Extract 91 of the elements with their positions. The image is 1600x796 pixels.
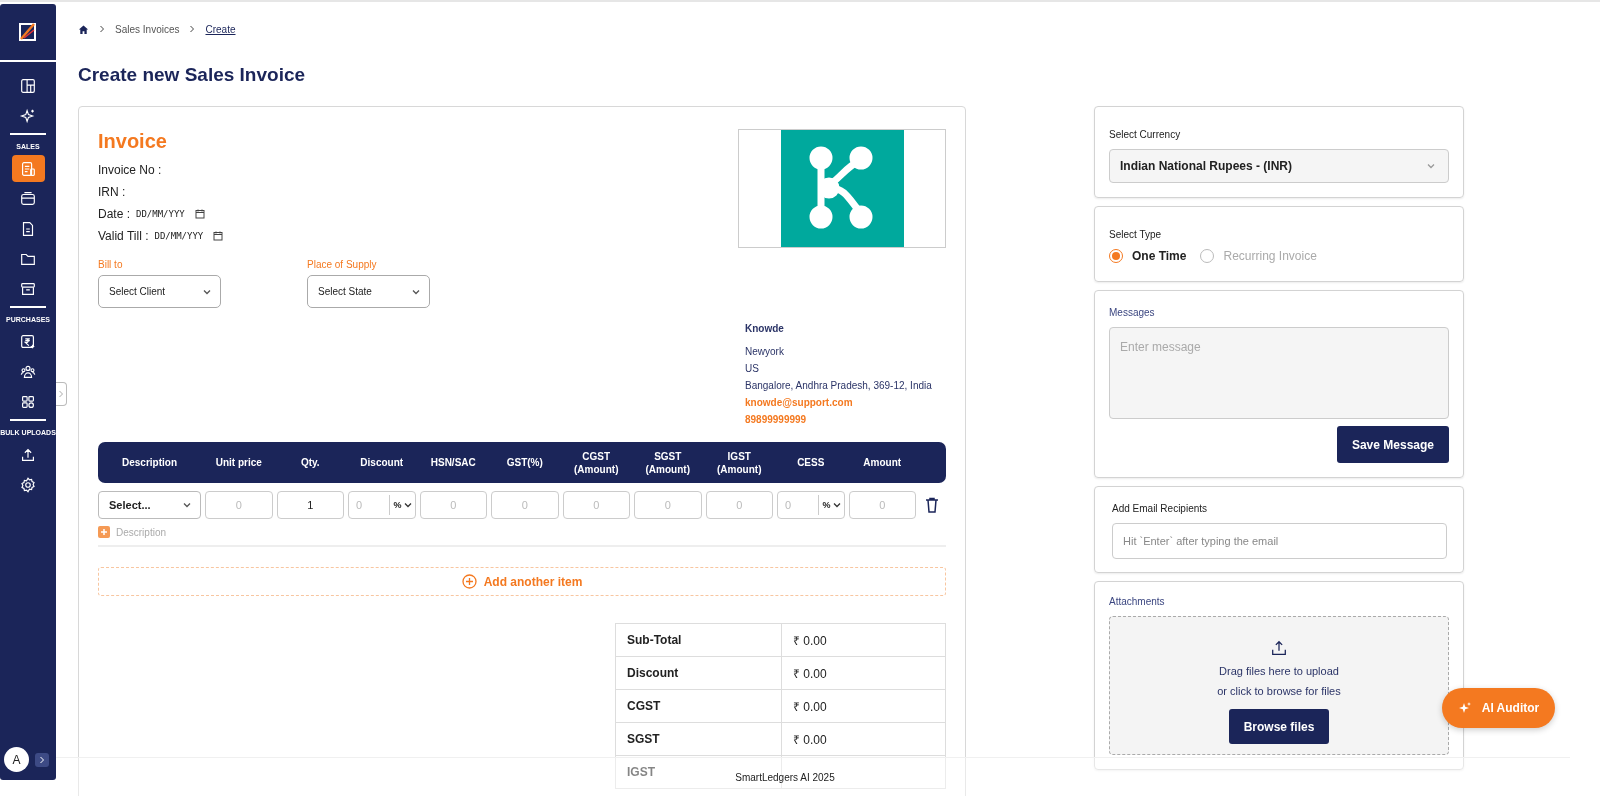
column-header: SGST (Amount) <box>644 449 691 476</box>
footer-text: SmartLedgers AI 2025 <box>735 771 835 783</box>
column-header: Description <box>121 456 178 469</box>
caret-icon <box>182 500 192 510</box>
table-input-field[interactable]: 0 <box>562 491 630 519</box>
collapse-toggle[interactable] <box>56 382 67 406</box>
total-label: Discount <box>615 656 782 690</box>
save-message-button[interactable]: Save Message <box>1336 426 1449 463</box>
column-header: GST(%) <box>505 456 544 469</box>
percent-input-field[interactable]: 0 % <box>348 491 416 519</box>
total-value: ₹ 0.00 <box>781 722 946 756</box>
column-header: CESS <box>796 456 826 469</box>
invoice-icon <box>19 159 37 178</box>
field-label: Add Email Recipients <box>1112 503 1209 514</box>
trash-icon[interactable] <box>924 497 939 513</box>
table-input-field[interactable]: 0 <box>848 491 916 519</box>
upload-hint: or click to browse for files <box>1217 685 1341 697</box>
total-value: ₹ 0.00 <box>781 656 946 690</box>
company-phone: 89899999999 <box>745 413 808 427</box>
message-field[interactable]: Enter message <box>1109 327 1449 419</box>
layout-icon <box>19 76 37 95</box>
table-input-field[interactable]: 0 <box>419 491 487 519</box>
field-label: IRN : <box>98 185 126 199</box>
email-field[interactable]: Hit `Enter` after typing the email <box>1112 523 1447 559</box>
field-label: Valid Till : <box>98 229 149 243</box>
field-label: Attachments <box>1109 596 1166 607</box>
percent-input-field[interactable]: 0 % <box>777 491 845 519</box>
field-label: Select Type <box>1109 229 1163 240</box>
field-label: Place of Supply <box>307 259 378 270</box>
table-input-field[interactable]: 1 <box>276 491 344 519</box>
logo-icon <box>18 21 38 43</box>
home-icon[interactable] <box>78 23 89 35</box>
calendar-icon <box>213 231 224 241</box>
company-name: Knowde <box>745 322 785 336</box>
date-field[interactable]: DD/MM/YYY <box>154 231 224 241</box>
company-address: Bangalore, Andhra Pradesh, 369-12, India <box>745 379 933 393</box>
field-label: Select Currency <box>1109 129 1182 140</box>
total-label: SGST <box>615 722 782 756</box>
upload-icon <box>1270 639 1288 657</box>
caret-icon <box>831 500 842 510</box>
invoice-heading: Invoice <box>98 129 168 153</box>
company-email: knowde@support.com <box>745 396 854 410</box>
column-header: Unit price <box>214 456 263 469</box>
company-address: Newyork <box>745 345 785 359</box>
chevron-icon <box>99 25 105 33</box>
column-header: Qty. <box>299 456 321 469</box>
caret-icon <box>402 500 413 510</box>
column-header: IGST (Amount) <box>716 449 763 476</box>
unit-dropdown[interactable]: % <box>818 495 844 515</box>
total-value: ₹ 0.00 <box>781 689 946 723</box>
chevron-icon <box>39 755 45 764</box>
column-header: Amount <box>862 456 903 469</box>
breadcrumb-link[interactable]: Sales Invoices <box>115 23 180 35</box>
column-header: Discount <box>359 456 405 469</box>
client-select[interactable]: Select Client <box>98 275 221 308</box>
breadcrumb-link[interactable]: Create <box>205 23 236 35</box>
field-label: Bill to <box>98 259 124 270</box>
chevron-icon <box>189 25 196 33</box>
upload-hint: Drag files here to upload <box>1219 665 1339 677</box>
unit-dropdown[interactable]: % <box>389 495 415 515</box>
sidebar-item[interactable] <box>11 155 45 182</box>
table-input-field[interactable]: 0 <box>491 491 559 519</box>
date-field[interactable]: DD/MM/YYY <box>136 209 205 219</box>
field-label: Messages <box>1109 307 1156 318</box>
card-icon <box>19 189 37 208</box>
expand-button[interactable] <box>35 752 49 767</box>
calendar-icon <box>194 209 205 219</box>
chevron-icon <box>58 390 64 398</box>
state-select[interactable]: Select State <box>307 275 430 308</box>
currency-select[interactable]: Indian National Rupees - (INR) <box>1109 149 1449 183</box>
column-header: CGST (Amount) <box>573 449 620 476</box>
upload-dropzone[interactable]: Drag files here to upload or click to browse for files Browse files <box>1109 616 1449 755</box>
company-address: US <box>745 362 760 376</box>
column-header: HSN/SAC <box>429 456 477 469</box>
table-input-field[interactable]: 0 <box>205 491 273 519</box>
avatar[interactable]: A <box>4 747 29 772</box>
table-input-field[interactable]: 0 <box>705 491 773 519</box>
total-value: ₹ 0.00 <box>781 623 946 657</box>
table-input-field[interactable]: 0 <box>634 491 702 519</box>
browse-files-button[interactable]: Browse files <box>1228 709 1330 744</box>
radio-label[interactable]: One Time <box>1132 249 1187 263</box>
total-label: CGST <box>615 689 782 723</box>
item-select[interactable]: Select... <box>98 491 201 519</box>
settings-icon <box>19 475 37 494</box>
field-label: Date : <box>98 207 130 221</box>
caret-icon <box>1426 161 1436 171</box>
total-label: Sub-Total <box>615 623 782 657</box>
plus-circle-icon <box>461 574 477 589</box>
field-label: Invoice No : <box>98 163 162 177</box>
rupee-icon <box>19 332 37 351</box>
page-title: Create new Sales Invoice <box>78 63 307 87</box>
